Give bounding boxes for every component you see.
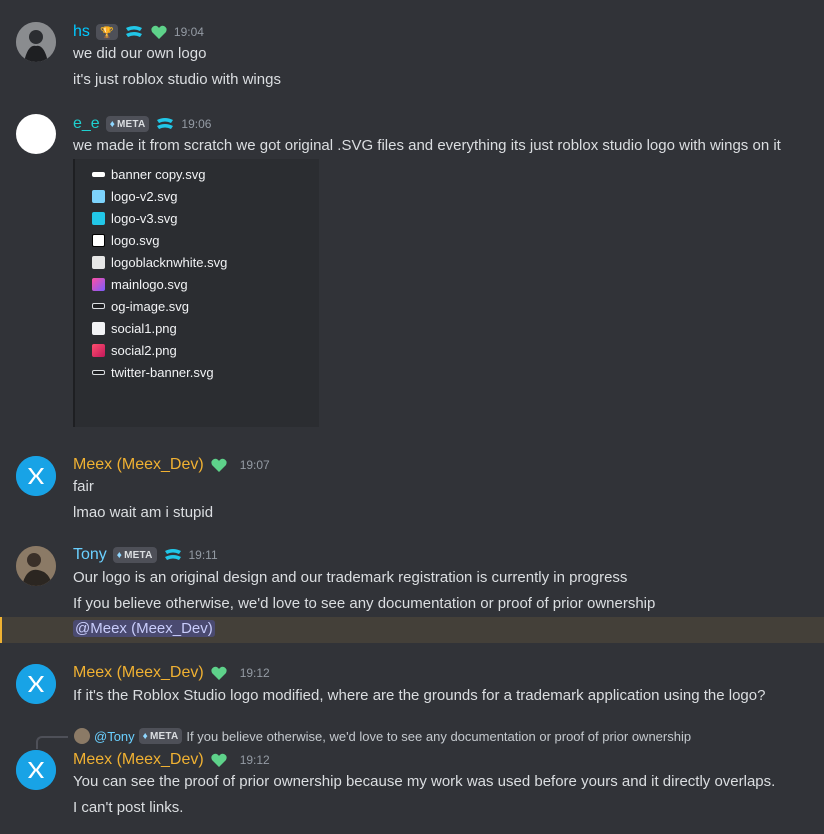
- message-header-ee: e_e ♦ META 19:06: [73, 115, 211, 133]
- file-item[interactable]: logoblacknwhite.svg: [92, 251, 227, 273]
- file-item[interactable]: og-image.svg: [92, 295, 227, 317]
- message-header-tony: Tony ♦ META 19:11: [73, 546, 218, 564]
- username-meex[interactable]: Meex (Meex_Dev): [73, 456, 204, 474]
- file-list-embed[interactable]: banner copy.svg logo-v2.svg logo-v3.svg …: [73, 159, 319, 427]
- reply-avatar-tony: [74, 728, 90, 744]
- reply-connector: [36, 736, 68, 749]
- logo-icon: [92, 277, 105, 291]
- username-meex[interactable]: Meex (Meex_Dev): [73, 751, 204, 769]
- file-name: logoblacknwhite.svg: [111, 254, 228, 270]
- server-tag[interactable]: ♦ META: [105, 116, 150, 132]
- file-item[interactable]: social1.png: [92, 317, 227, 339]
- reply-reference[interactable]: @Tony ♦ META If you believe otherwise, w…: [74, 728, 691, 744]
- avatar-meex[interactable]: [16, 664, 56, 704]
- timestamp-meex: 19:07: [239, 458, 270, 472]
- avatar-meex[interactable]: [16, 456, 56, 496]
- message-line: I can't post links.: [73, 799, 184, 816]
- username-hs[interactable]: hs: [73, 23, 90, 41]
- message-line: we did our own logo: [73, 45, 207, 62]
- username-ee[interactable]: e_e: [73, 115, 100, 133]
- file-name: logo-v3.svg: [111, 210, 178, 226]
- logo-icon: [92, 255, 105, 269]
- timestamp-ee: 19:06: [181, 117, 212, 131]
- username-tony[interactable]: Tony: [73, 546, 107, 564]
- file-name: social2.png: [111, 342, 177, 358]
- file-name: banner copy.svg: [111, 166, 206, 182]
- banner-icon: [92, 369, 105, 375]
- file-item[interactable]: banner copy.svg: [92, 163, 227, 185]
- logo-icon: [92, 321, 105, 335]
- diamond-icon: ♦: [109, 118, 116, 130]
- message-line: You can see the proof of prior ownership…: [73, 773, 776, 790]
- avatar-hs[interactable]: [16, 22, 56, 62]
- message-line: fair: [73, 478, 94, 495]
- message-line: If it's the Roblox Studio logo modified,…: [73, 687, 766, 704]
- file-name: twitter-banner.svg: [111, 364, 214, 380]
- file-item[interactable]: logo.svg: [92, 229, 227, 251]
- timestamp-tony: 19:11: [188, 548, 218, 562]
- file-name: logo-v2.svg: [111, 188, 178, 204]
- heart-badge-icon[interactable]: [210, 457, 228, 473]
- wave-badge-icon[interactable]: [124, 24, 144, 40]
- message-line: lmao wait am i stupid: [73, 504, 214, 521]
- message-header-meex: Meex (Meex_Dev) 19:12: [73, 664, 270, 682]
- message-line: we made it from scratch we got original …: [73, 137, 781, 154]
- banner-icon: [92, 171, 105, 177]
- user-mention[interactable]: @Meex (Meex_Dev): [73, 620, 215, 637]
- file-name: mainlogo.svg: [111, 276, 188, 292]
- logo-icon: [92, 343, 105, 357]
- message-line: Our logo is an original design and our t…: [73, 569, 628, 586]
- timestamp-meex: 19:12: [239, 753, 270, 767]
- wave-badge-icon[interactable]: [163, 547, 183, 563]
- avatar-tony[interactable]: [16, 546, 56, 586]
- server-tag[interactable]: ♦ META: [112, 547, 157, 563]
- file-item[interactable]: logo-v2.svg: [92, 185, 227, 207]
- file-name: logo.svg: [111, 232, 160, 248]
- banner-icon: [92, 303, 105, 309]
- file-name: og-image.svg: [111, 298, 190, 314]
- diamond-icon: ♦: [142, 730, 148, 742]
- heart-badge-icon[interactable]: [210, 665, 228, 681]
- trophy-badge-icon[interactable]: 🏆: [95, 24, 118, 40]
- timestamp-hs: 19:04: [173, 25, 204, 39]
- username-meex[interactable]: Meex (Meex_Dev): [73, 664, 204, 682]
- diamond-icon: ♦: [116, 549, 123, 561]
- server-tag-label: META: [117, 118, 146, 130]
- message-header-hs: hs 🏆 19:04: [73, 23, 204, 41]
- file-item[interactable]: logo-v3.svg: [92, 207, 227, 229]
- message-line: it's just roblox studio with wings: [73, 71, 281, 88]
- server-tag: ♦ META: [138, 728, 183, 744]
- file-name: social1.png: [111, 320, 177, 336]
- server-tag-label: META: [124, 549, 153, 561]
- message-header-meex: Meex (Meex_Dev) 19:07: [73, 456, 270, 474]
- file-item[interactable]: mainlogo.svg: [92, 273, 227, 295]
- message-line: If you believe otherwise, we'd love to s…: [73, 595, 656, 612]
- reply-author[interactable]: @Tony: [94, 729, 135, 744]
- logo-icon: [92, 233, 105, 247]
- file-item[interactable]: social2.png: [92, 339, 227, 361]
- heart-badge-icon[interactable]: [210, 752, 228, 768]
- reply-preview-text: If you believe otherwise, we'd love to s…: [186, 728, 692, 744]
- avatar-ee[interactable]: [16, 114, 56, 154]
- avatar-meex[interactable]: [16, 750, 56, 790]
- heart-badge-icon[interactable]: [150, 24, 168, 40]
- mention-line: @Meex (Meex_Dev): [73, 620, 215, 637]
- message-header-meex: Meex (Meex_Dev) 19:12: [73, 751, 270, 769]
- logo-icon: [92, 189, 105, 203]
- logo-icon: [92, 211, 105, 225]
- timestamp-meex: 19:12: [239, 666, 270, 680]
- wave-badge-icon[interactable]: [155, 116, 175, 132]
- file-list: banner copy.svg logo-v2.svg logo-v3.svg …: [92, 163, 227, 383]
- file-item[interactable]: twitter-banner.svg: [92, 361, 227, 383]
- server-tag-label: META: [149, 730, 179, 742]
